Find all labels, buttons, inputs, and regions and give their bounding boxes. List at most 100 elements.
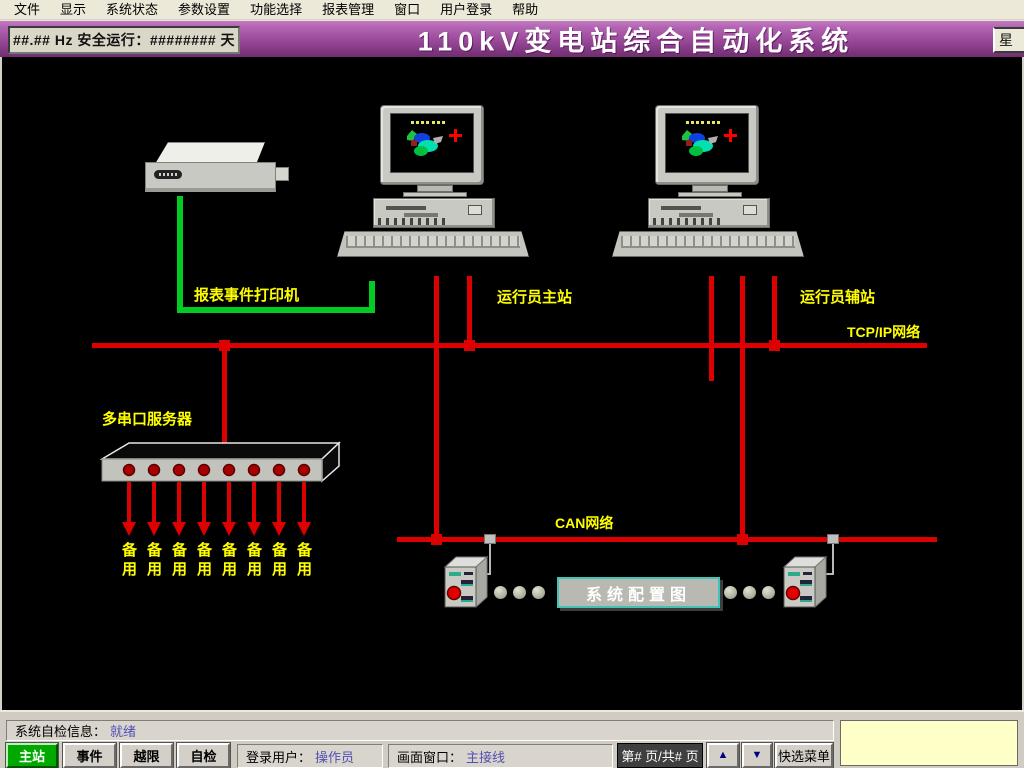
system-configuration-diagram: 报表事件打印机 运行员主站 运行员辅站 TCP/IP网络 多串口服务器 CAN网… (0, 57, 1024, 710)
status-bar: 系统自检信息： 就绪 主站 事件 越限 自检 登录用户： 操作员 画面窗口： 主… (0, 710, 1024, 768)
monitor-icon (655, 105, 759, 185)
ellipsis-dot (762, 586, 775, 599)
menu-system-status[interactable]: 系统状态 (96, 0, 168, 19)
ws1-line-a (434, 276, 439, 539)
spare-arrow-head (272, 522, 286, 536)
monitor-stand (692, 185, 728, 192)
printer-label: 报表事件打印机 (194, 284, 299, 305)
keyboard-icon (337, 231, 529, 257)
note-box (840, 720, 1018, 766)
monitor-screen (665, 113, 749, 173)
bus-junction (737, 534, 748, 545)
aux-workstation-graphic (612, 105, 804, 257)
main-station-label: 运行员主站 (497, 286, 572, 307)
bus-junction (219, 340, 230, 351)
main-station-button[interactable]: 主站 (6, 743, 58, 768)
spare-arrow (277, 482, 281, 522)
limit-violation-button[interactable]: 越限 (120, 743, 173, 768)
spare-label: 备用 (221, 541, 238, 579)
printer-grille-icon (154, 170, 182, 179)
ws1-line-b (467, 276, 472, 343)
login-user-label: 登录用户： (246, 747, 311, 766)
login-user-value: 操作员 (315, 747, 354, 766)
menu-bar: 文件 显示 系统状态 参数设置 功能选择 报表管理 窗口 用户登录 帮助 (0, 0, 1024, 20)
spare-label: 备用 (246, 541, 263, 579)
spare-arrow (127, 482, 131, 522)
menu-parameter-settings[interactable]: 参数设置 (168, 0, 240, 19)
printer-lid (155, 142, 265, 164)
menu-display[interactable]: 显示 (50, 0, 96, 19)
spare-arrow (177, 482, 181, 522)
menu-file[interactable]: 文件 (4, 0, 50, 19)
server-drop-line (222, 348, 227, 443)
screen-window-value: 主接线 (466, 747, 505, 766)
screen-window-label: 画面窗口： (397, 747, 462, 766)
spare-arrow-head (197, 522, 211, 536)
serial-server-graphic (100, 440, 342, 484)
monitor-base (403, 192, 467, 197)
ied-device-graphic (781, 555, 829, 609)
selfcheck-button[interactable]: 自检 (177, 743, 230, 768)
tcpip-bus-line (92, 343, 927, 348)
computer-case (648, 198, 770, 228)
spare-arrow (152, 482, 156, 522)
quick-menu-button[interactable]: 快选菜单 (775, 743, 833, 768)
down-arrow-icon: ▼ (752, 750, 763, 761)
spare-arrow-head (222, 522, 236, 536)
spare-label: 备用 (296, 541, 313, 579)
printer-link-riser (369, 281, 375, 313)
spare-label: 备用 (121, 541, 138, 579)
menu-function-select[interactable]: 功能选择 (240, 0, 312, 19)
system-config-button[interactable]: 系统配置图 (557, 577, 720, 608)
serial-server-label: 多串口服务器 (102, 408, 192, 429)
spare-arrow-head (147, 522, 161, 536)
up-arrow-icon: ▲ (718, 750, 729, 761)
selfcheck-label: 系统自检信息： (15, 721, 106, 740)
spare-arrow (202, 482, 206, 522)
selfcheck-status-field: 系统自检信息： 就绪 (6, 720, 834, 741)
bus-junction (464, 340, 475, 351)
page-title: 110kV变电站综合自动化系统 (418, 20, 855, 57)
can-connector (484, 534, 496, 544)
screen-map-graphic (666, 114, 750, 172)
main-workstation-graphic (337, 105, 529, 257)
menu-report-management[interactable]: 报表管理 (312, 0, 384, 19)
aux-station-label: 运行员辅站 (800, 286, 875, 307)
ellipsis-dot (743, 586, 756, 599)
monitor-stand (417, 185, 453, 192)
frequency-status-box: ##.## Hz 安全运行：######## 天 (8, 26, 240, 54)
ws2-line-b (740, 276, 745, 539)
printer-link-horizontal (177, 307, 375, 313)
bus-junction (431, 534, 442, 545)
report-printer-graphic (145, 140, 291, 252)
printer-tray (275, 167, 289, 181)
printer-link-vertical (177, 196, 183, 313)
spare-label: 备用 (146, 541, 163, 579)
login-user-field: 登录用户： 操作员 (237, 744, 383, 768)
keyboard-icon (612, 231, 804, 257)
ellipsis-dot (724, 586, 737, 599)
page-indicator: 第# 页/共# 页 (617, 743, 703, 768)
spare-arrow-head (172, 522, 186, 536)
spare-arrow-head (247, 522, 261, 536)
ellipsis-dot (513, 586, 526, 599)
date-box: 星 (993, 27, 1024, 53)
spare-arrow (227, 482, 231, 522)
ws2-line-c (772, 276, 777, 343)
page-down-button[interactable]: ▼ (742, 743, 772, 768)
event-button[interactable]: 事件 (63, 743, 116, 768)
bus-junction (769, 340, 780, 351)
spare-arrow-head (122, 522, 136, 536)
spare-arrow (302, 482, 306, 522)
device-wire (832, 544, 834, 575)
menu-window[interactable]: 窗口 (384, 0, 430, 19)
can-network-label: CAN网络 (555, 513, 613, 533)
computer-case (373, 198, 495, 228)
spare-arrow (252, 482, 256, 522)
menu-help[interactable]: 帮助 (502, 0, 548, 19)
menu-user-login[interactable]: 用户登录 (430, 0, 502, 19)
can-connector (827, 534, 839, 544)
can-bus-line (397, 537, 937, 542)
page-up-button[interactable]: ▲ (707, 743, 739, 768)
ws2-line-a (709, 276, 714, 381)
